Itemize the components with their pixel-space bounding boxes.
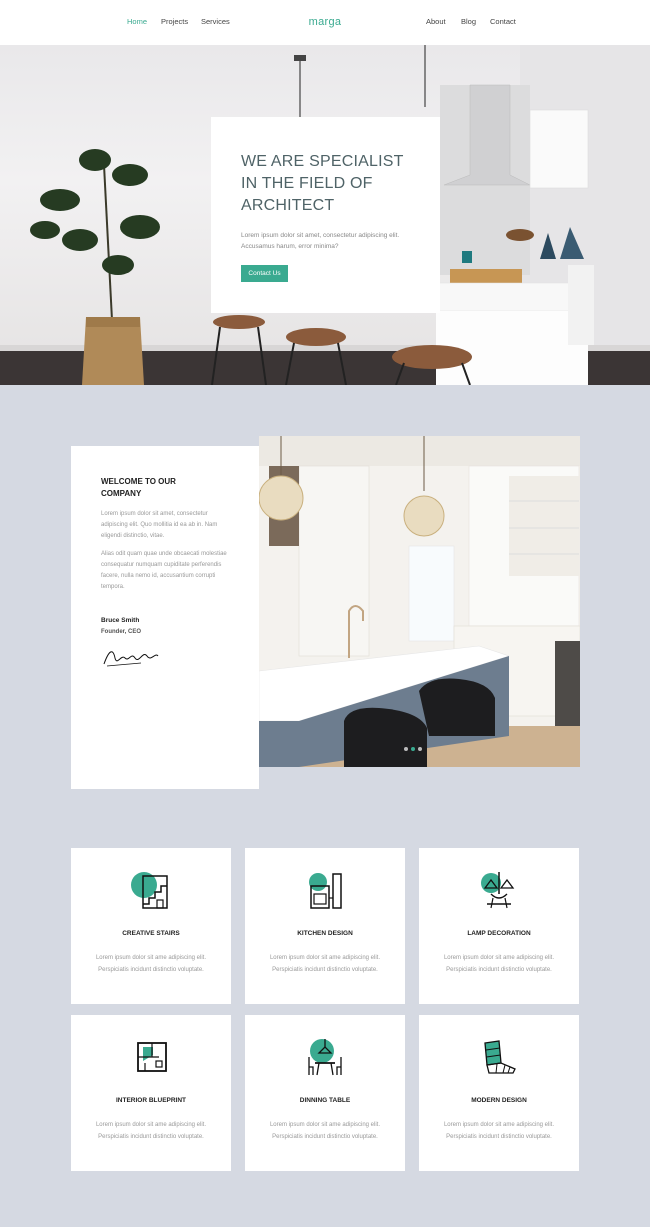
nav-link-blog[interactable]: Blog [461, 17, 476, 26]
service-title: INTERIOR BLUEPRINT [115, 1097, 187, 1104]
stairs-icon [131, 872, 168, 909]
service-card-modern-design[interactable]: MODERN DESIGN Lorem ipsum dolor sit ame … [419, 1015, 579, 1171]
service-text: Lorem ipsum dolor sit ame adipiscing eli… [443, 955, 555, 973]
service-text: Lorem ipsum dolor sit ame adipiscing eli… [269, 1122, 381, 1140]
lamp-icon [481, 872, 515, 909]
founder-name: Bruce Smith [101, 617, 140, 624]
signature-image [103, 651, 159, 667]
slider-dot-2-active[interactable] [411, 747, 415, 751]
hero-text: Lorem ipsum dolor sit amet, consectetur … [241, 232, 400, 250]
service-title: MODERN DESIGN [471, 1097, 527, 1104]
service-title: KITCHEN DESIGN [297, 930, 353, 937]
hero-card: WE ARE SPECIALIST IN THE FIELD OF ARCHIT… [211, 117, 440, 313]
blueprint-icon [137, 1042, 167, 1072]
hero-section: WE ARE SPECIALIST IN THE FIELD OF ARCHIT… [0, 45, 650, 385]
about-kitchen-image [259, 436, 580, 767]
top-nav: Home Projects Services marga About Blog … [0, 0, 650, 45]
about-card: WELCOME TO OUR COMPANY Lorem ipsum dolor… [71, 446, 259, 789]
color-swatch-icon [484, 1040, 516, 1074]
slider-dot-3[interactable] [418, 747, 422, 751]
service-title: DINNING TABLE [299, 1097, 351, 1104]
service-card-interior-blueprint[interactable]: INTERIOR BLUEPRINT Lorem ipsum dolor sit… [71, 1015, 231, 1171]
nav-link-contact[interactable]: Contact [490, 17, 516, 26]
service-text: Lorem ipsum dolor sit ame adipiscing eli… [95, 1122, 207, 1140]
service-card-lamp-decoration[interactable]: LAMP DECORATION Lorem ipsum dolor sit am… [419, 848, 579, 1004]
kitchen-icon [309, 873, 342, 909]
service-text: Lorem ipsum dolor sit ame adipiscing eli… [269, 955, 381, 973]
nav-link-about[interactable]: About [426, 17, 446, 26]
about-paragraph-2: Alias odit quam quae unde obcaecati mole… [101, 551, 227, 590]
service-title: CREATIVE STAIRS [122, 930, 180, 937]
founder-role: Founder, CEO [101, 629, 142, 635]
service-card-creative-stairs[interactable]: CREATIVE STAIRS Lorem ipsum dolor sit am… [71, 848, 231, 1004]
about-paragraph-1: Lorem ipsum dolor sit amet, consectetur … [101, 511, 218, 539]
contact-us-button[interactable]: Contact Us [241, 265, 288, 282]
slider-dot-1[interactable] [404, 747, 408, 751]
about-title: WELCOME TO OUR COMPANY [101, 477, 176, 498]
service-card-dinning-table[interactable]: DINNING TABLE Lorem ipsum dolor sit ame … [245, 1015, 405, 1171]
dining-table-icon [308, 1039, 342, 1076]
site-logo[interactable]: marga [0, 16, 650, 28]
service-card-kitchen-design[interactable]: KITCHEN DESIGN Lorem ipsum dolor sit ame… [245, 848, 405, 1004]
hero-title: WE ARE SPECIALIST IN THE FIELD OF ARCHIT… [241, 153, 404, 214]
about-kitchen-illustration [259, 436, 580, 767]
service-title: LAMP DECORATION [467, 930, 531, 937]
service-text: Lorem ipsum dolor sit ame adipiscing eli… [443, 1122, 555, 1140]
service-text: Lorem ipsum dolor sit ame adipiscing eli… [95, 955, 207, 973]
